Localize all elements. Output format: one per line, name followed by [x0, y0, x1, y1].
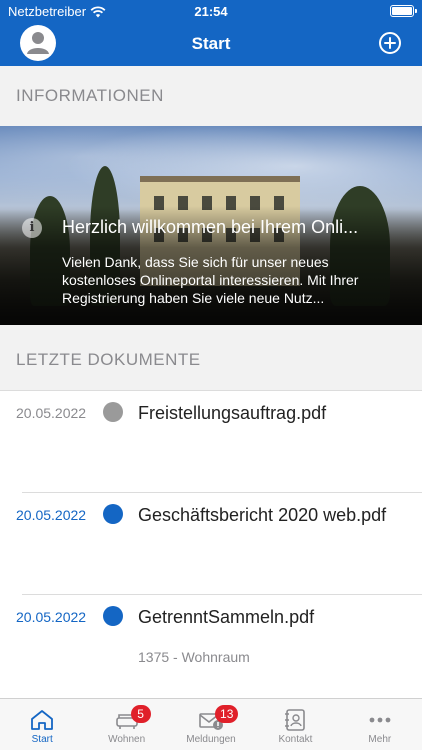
tab-mehr[interactable]: Mehr [338, 699, 422, 750]
list-item[interactable]: 20.05.2022 GetrenntSammeln.pdf 1375 - Wo… [0, 595, 422, 697]
section-title: INFORMATIONEN [16, 86, 164, 105]
status-bar: Netzbetreiber 21:54 [0, 0, 422, 22]
clock: 21:54 [194, 4, 228, 19]
document-category: 1375 - Wohnraum [138, 649, 250, 665]
document-list: 20.05.2022 Freistellungsauftrag.pdf 20.0… [0, 390, 422, 698]
banner-title: Herzlich willkommen bei Ihrem Onli... [62, 217, 359, 237]
contact-book-icon [285, 709, 306, 731]
tab-start[interactable]: Start [0, 699, 84, 750]
section-title: LETZTE DOKUMENTE [16, 350, 201, 369]
tab-label: Mehr [368, 734, 392, 745]
info-icon: i [22, 218, 42, 238]
tab-wohnen[interactable]: 5 Wohnen [84, 699, 168, 750]
document-name: Geschäftsbericht 2020 web.pdf [138, 505, 387, 525]
read-status-dot [103, 402, 123, 422]
tab-label: Start [31, 734, 53, 745]
tab-label: Wohnen [108, 734, 146, 745]
unread-status-dot [103, 606, 123, 626]
tab-kontakt[interactable]: Kontakt [253, 699, 337, 750]
list-item[interactable]: 20.05.2022 Freistellungsauftrag.pdf [0, 391, 422, 493]
section-header-info: INFORMATIONEN [0, 66, 422, 126]
add-button[interactable] [378, 31, 402, 55]
tab-bar: Start 5 Wohnen 13 Meldungen Kontakt Mehr [0, 698, 422, 750]
tab-label: Meldungen [186, 734, 236, 745]
screen: Netzbetreiber 21:54 Start INFORMATIONEN [0, 0, 422, 750]
home-icon [31, 710, 54, 730]
notification-badge: 13 [215, 705, 239, 723]
tab-meldungen[interactable]: 13 Meldungen [169, 699, 253, 750]
notification-badge: 5 [130, 705, 151, 723]
more-icon [369, 717, 391, 723]
info-banner[interactable]: i Herzlich willkommen bei Ihrem Onli... … [0, 126, 422, 325]
banner-text: Vielen Dank, dass Sie sich für unser neu… [62, 254, 359, 306]
unread-status-dot [103, 504, 123, 524]
document-date: 20.05.2022 [16, 609, 87, 625]
page-title: Start [191, 34, 231, 53]
document-name: Freistellungsauftrag.pdf [138, 403, 327, 423]
section-header-documents: LETZTE DOKUMENTE [0, 330, 422, 390]
tab-label: Kontakt [278, 734, 313, 745]
document-name: GetrenntSammeln.pdf [138, 607, 315, 627]
battery-icon [390, 5, 417, 17]
document-date: 20.05.2022 [16, 405, 87, 421]
top-bar: Netzbetreiber 21:54 Start [0, 0, 422, 66]
document-date: 20.05.2022 [16, 507, 87, 523]
list-item[interactable]: 20.05.2022 Geschäftsbericht 2020 web.pdf [0, 493, 422, 595]
